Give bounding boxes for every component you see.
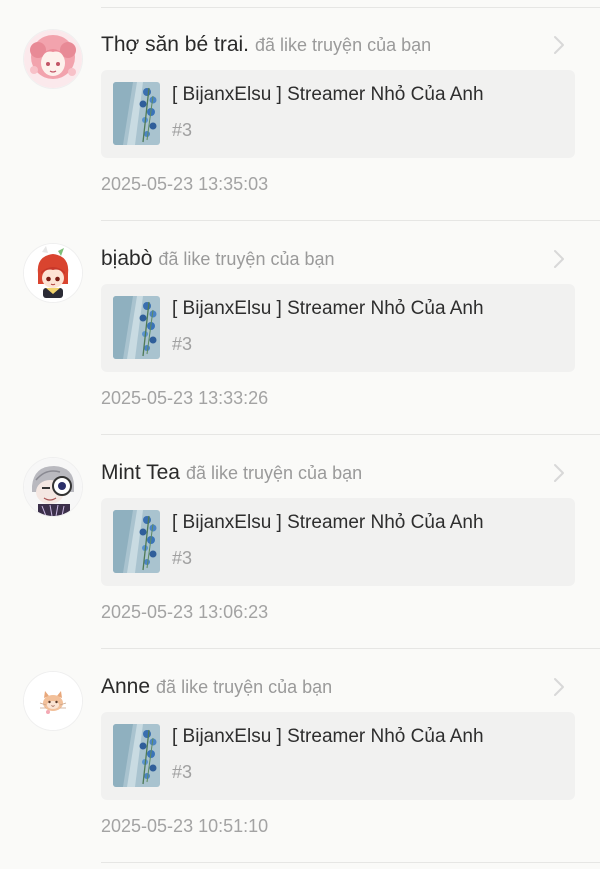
story-title[interactable]: [ BijanxElsu ] Streamer Nhỏ Của Anh [172, 512, 484, 534]
story-cover[interactable] [113, 724, 160, 787]
user-name[interactable]: Anne [101, 675, 150, 698]
chapter-number: #3 [172, 548, 193, 568]
story-card[interactable]: [ BijanxElsu ] Streamer Nhỏ Của Anh #3 [101, 498, 575, 586]
notification-feed: Thợ săn bé trai. đã like truyện của bạn [0, 0, 600, 869]
chapter-number: #3 [172, 120, 193, 140]
notification-item[interactable]: Mint Tea đã like truyện của bạn [Bijanx… [0, 458, 600, 672]
user-name[interactable]: bịabò [101, 247, 152, 270]
avatar[interactable] [24, 30, 82, 88]
divider [101, 862, 600, 863]
grey-hair-sketch-avatar-icon [24, 458, 82, 516]
story-card[interactable]: [ BijanxElsu ] Streamer Nhỏ Của Anh #3 [101, 712, 575, 800]
story-cover[interactable] [113, 510, 160, 573]
blue-flower-cover-icon [113, 510, 160, 573]
notification-item[interactable]: Anne đã like truyện của bạn [BijanxElsu… [0, 672, 600, 869]
story-cover[interactable] [113, 296, 160, 359]
chevron-right-icon[interactable] [548, 32, 570, 58]
blue-flower-cover-icon [113, 296, 160, 359]
user-name[interactable]: Thợ săn bé trai. [101, 33, 249, 56]
timestamp: 2025-05-23 13:33:26 [101, 388, 269, 408]
action-text: đã like truyện của bạn [158, 249, 335, 269]
avatar[interactable] [24, 458, 82, 516]
user-name[interactable]: Mint Tea [101, 461, 180, 484]
story-title[interactable]: [ BijanxElsu ] Streamer Nhỏ Của Anh [172, 726, 484, 748]
chapter-number: #3 [172, 334, 193, 354]
timestamp: 2025-05-23 13:35:03 [101, 174, 269, 194]
avatar[interactable] [24, 244, 82, 302]
notification-header: Mint Tea đã like truyện của bạn [101, 458, 362, 488]
action-text: đã like truyện của bạn [255, 35, 432, 55]
notification-item[interactable]: bịabò đã like truyện của bạn [BijanxEls… [0, 244, 600, 458]
timestamp: 2025-05-23 13:06:23 [101, 602, 269, 622]
blue-flower-cover-icon [113, 724, 160, 787]
pink-hair-anime-avatar-icon [24, 30, 82, 88]
small-cat-avatar-icon [24, 672, 82, 730]
notification-header: bịabò đã like truyện của bạn [101, 244, 335, 274]
blue-flower-cover-icon [113, 82, 160, 145]
avatar[interactable] [24, 672, 82, 730]
story-title[interactable]: [ BijanxElsu ] Streamer Nhỏ Của Anh [172, 298, 484, 320]
red-hair-chibi-avatar-icon [24, 244, 82, 302]
notification-header: Anne đã like truyện của bạn [101, 672, 332, 702]
divider [101, 220, 600, 221]
chevron-right-icon[interactable] [548, 460, 570, 486]
story-title[interactable]: [ BijanxElsu ] Streamer Nhỏ Của Anh [172, 84, 484, 106]
chevron-right-icon[interactable] [548, 246, 570, 272]
story-cover[interactable] [113, 82, 160, 145]
notification-header: Thợ săn bé trai. đã like truyện của bạn [101, 30, 431, 60]
divider [101, 434, 600, 435]
timestamp: 2025-05-23 10:51:10 [101, 816, 269, 836]
chapter-number: #3 [172, 762, 193, 782]
divider [101, 648, 600, 649]
divider [101, 7, 600, 8]
notification-item[interactable]: Thợ săn bé trai. đã like truyện của bạn [0, 30, 600, 244]
action-text: đã like truyện của bạn [156, 677, 333, 697]
story-card[interactable]: [ BijanxElsu ] Streamer Nhỏ Của Anh #3 [101, 284, 575, 372]
chevron-right-icon[interactable] [548, 674, 570, 700]
story-card[interactable]: [ BijanxElsu ] Streamer Nhỏ Của Anh #3 [101, 70, 575, 158]
action-text: đã like truyện của bạn [186, 463, 363, 483]
